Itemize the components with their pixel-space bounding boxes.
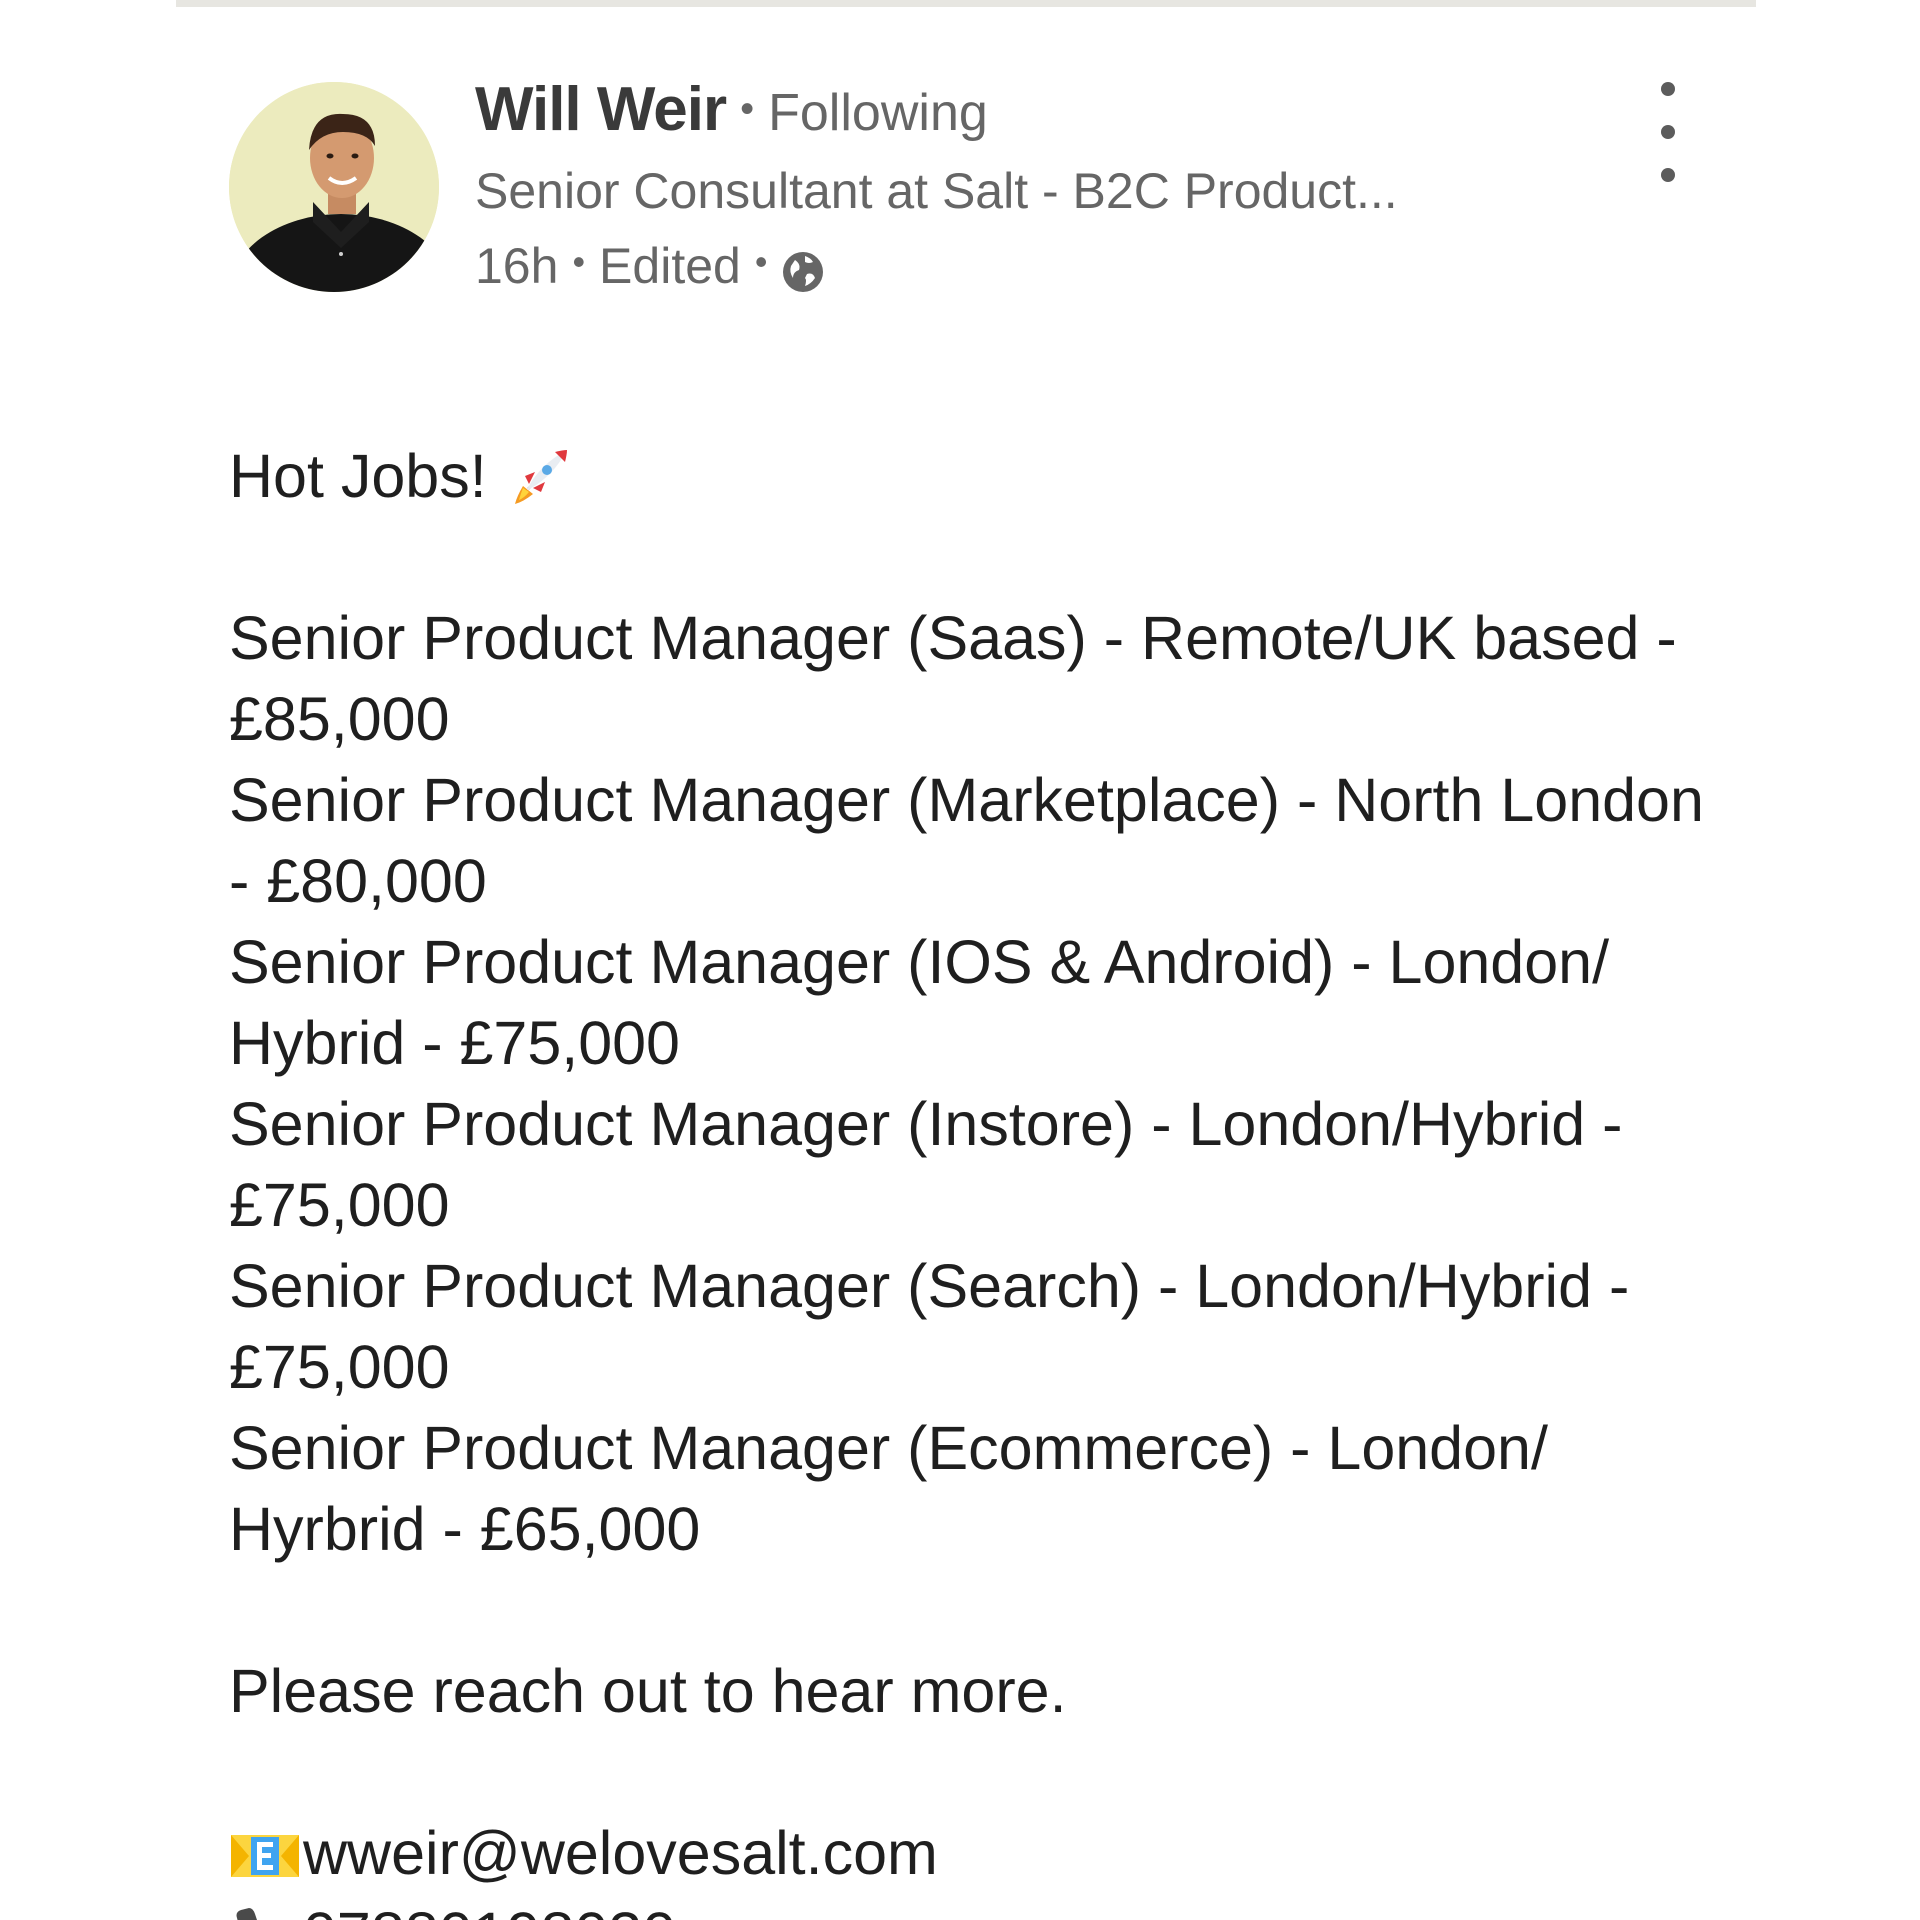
email-e-icon: [229, 1824, 301, 1884]
post-intro: Hot Jobs!: [229, 436, 1719, 517]
author-name[interactable]: Will Weir: [475, 74, 727, 145]
email-link[interactable]: wweir@welovesalt.com: [303, 1813, 938, 1894]
phone-link[interactable]: 07880198030: [303, 1894, 676, 1920]
post-header: Will Weir • Following Senior Consultant …: [229, 74, 1719, 304]
job-listing: Senior Product Manager (Marketplace) - N…: [229, 766, 1704, 915]
post-page: Will Weir • Following Senior Consultant …: [0, 0, 1920, 1920]
author-headline: Senior Consultant at Salt - B2C Product.…: [475, 163, 1398, 219]
more-options-button[interactable]: [1648, 82, 1688, 182]
more-vertical-icon: [1661, 82, 1675, 96]
author-info: Will Weir • Following Senior Consultant …: [475, 74, 1398, 304]
edited-label: Edited: [599, 238, 741, 294]
job-listing: Senior Product Manager (IOS & Android) -…: [229, 928, 1610, 1077]
separator-dot: •: [572, 241, 586, 282]
author-avatar[interactable]: [229, 82, 439, 292]
post-body: Hot Jobs! Senior Product Manager (Saas) …: [229, 436, 1719, 1920]
call-to-action: Please reach out to hear more.: [229, 1657, 1067, 1725]
follow-status[interactable]: Following: [768, 83, 988, 143]
job-listing: Senior Product Manager (Instore) - Londo…: [229, 1090, 1623, 1239]
post-intro-text: Hot Jobs!: [229, 442, 487, 510]
feed-divider: [176, 0, 1756, 7]
job-listing: Senior Product Manager (Ecommerce) - Lon…: [229, 1414, 1548, 1563]
contact-email: wweir@welovesalt.com: [229, 1813, 1719, 1894]
contact-phone: 07880198030: [229, 1894, 1719, 1920]
phone-receiver-icon: [229, 1905, 301, 1920]
rocket-icon: [509, 446, 571, 508]
separator-dot: •: [754, 241, 768, 282]
separator-dot: •: [740, 87, 755, 131]
job-listing: Senior Product Manager (Saas) - Remote/U…: [229, 604, 1677, 753]
post-meta: 16h • Edited •: [475, 228, 1398, 304]
post-time: 16h: [475, 238, 559, 294]
feed-post: Will Weir • Following Senior Consultant …: [229, 74, 1719, 1920]
author-name-line: Will Weir • Following: [475, 74, 1398, 150]
globe-icon: [781, 248, 825, 292]
job-listing: Senior Product Manager (Search) - London…: [229, 1252, 1630, 1401]
